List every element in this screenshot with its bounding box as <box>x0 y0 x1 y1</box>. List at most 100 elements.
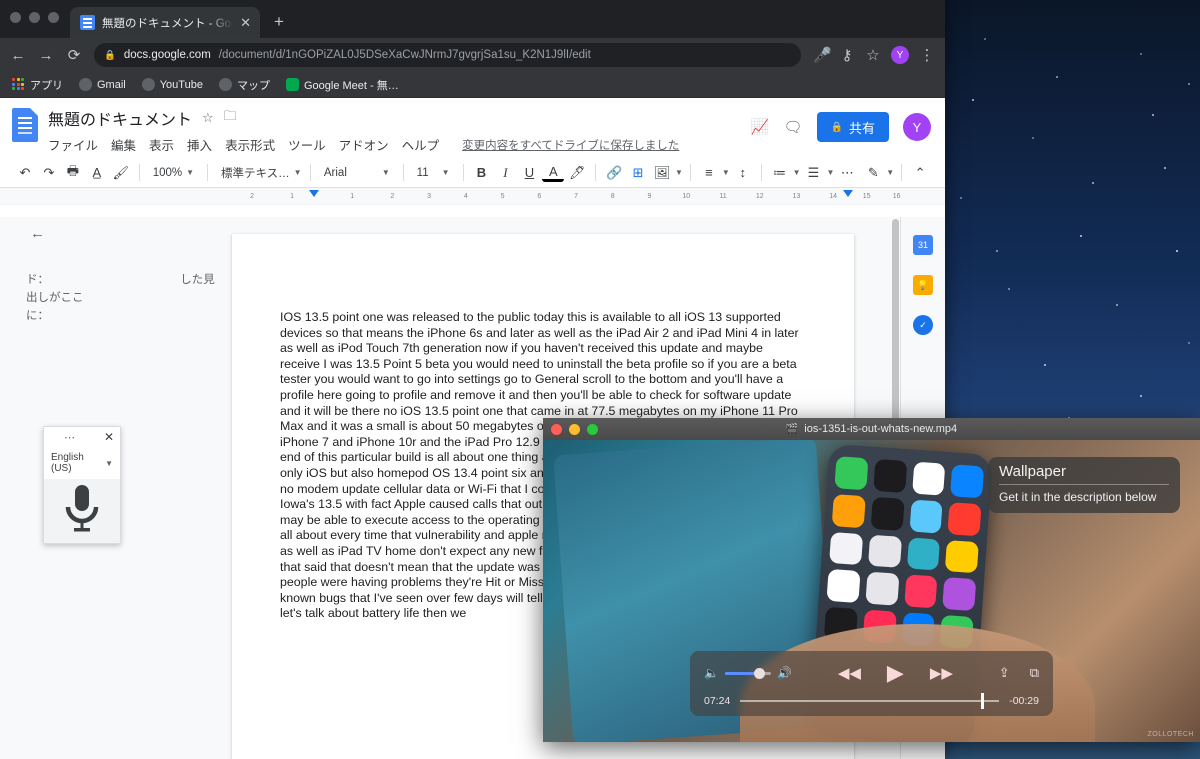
minimize-window-button[interactable] <box>29 12 40 23</box>
video-surface[interactable]: Wallpaper Get it in the description belo… <box>543 440 1200 742</box>
edit-mode-pencil-icon[interactable]: ✎ <box>862 161 884 185</box>
chevron-down-icon[interactable]: ▼ <box>826 168 834 177</box>
bookmark-google-meet[interactable]: Google Meet - 無… <box>286 77 399 93</box>
font-size-selector[interactable]: 11 ▼ <box>411 162 456 184</box>
activity-dashboard-icon[interactable]: 📈 <box>751 118 770 136</box>
zoom-selector[interactable]: 100% ▼ <box>147 162 200 184</box>
rewind-icon[interactable]: ◀◀ <box>838 664 861 682</box>
numbered-list-icon[interactable]: ≔ <box>769 161 791 185</box>
bulleted-list-icon[interactable]: ☰ <box>803 161 825 185</box>
bookmark-youtube[interactable]: YouTube <box>142 78 203 91</box>
save-status-label[interactable]: 変更内容をすべてドライブに保存しました <box>462 137 679 153</box>
volume-knob[interactable] <box>754 668 765 679</box>
volume-low-icon[interactable]: 🔈 <box>704 666 719 680</box>
keep-icon[interactable]: 💡 <box>913 275 933 295</box>
seek-slider[interactable] <box>740 700 999 702</box>
insert-image-icon[interactable]: 🖼 <box>651 161 673 185</box>
more-options-icon[interactable]: ⋯ <box>836 161 858 185</box>
move-to-folder-icon[interactable]: 🗀 <box>224 107 237 129</box>
video-controls-bar[interactable]: 🔈 🔊 ◀◀ ▶ ▶▶ ⇪ ⧉ 07:24 -00:29 <box>690 651 1053 716</box>
menu-edit[interactable]: 編集 <box>111 135 136 154</box>
document-ruler[interactable]: 2 1 1 2 3 4 5 6 7 8 9 10 11 12 13 14 15 … <box>0 188 945 205</box>
bookmark-maps[interactable]: マップ <box>219 77 270 93</box>
menu-file[interactable]: ファイル <box>48 135 98 154</box>
font-selector[interactable]: Arial ▼ <box>318 162 396 184</box>
maximize-player-button[interactable] <box>587 424 598 435</box>
voice-more-icon[interactable]: ⋯ <box>64 431 76 444</box>
chevron-down-icon[interactable]: ▼ <box>793 168 801 177</box>
menu-help[interactable]: ヘルプ <box>402 135 440 154</box>
chevron-down-icon[interactable]: ▼ <box>675 168 683 177</box>
volume-control[interactable]: 🔈 🔊 <box>704 666 792 680</box>
password-key-icon[interactable]: ⚷ <box>839 46 855 64</box>
google-docs-logo-icon[interactable] <box>12 108 38 142</box>
close-tab-icon[interactable]: ✕ <box>240 16 251 29</box>
account-avatar[interactable]: Y <box>903 113 931 141</box>
close-player-button[interactable] <box>551 424 562 435</box>
microphone-icon[interactable]: 🎤 <box>813 46 829 64</box>
bookmark-star-icon[interactable]: ☆ <box>865 46 881 64</box>
seek-knob[interactable] <box>981 693 984 709</box>
close-window-button[interactable] <box>10 12 21 23</box>
volume-slider[interactable] <box>725 672 771 675</box>
italic-button[interactable]: I <box>494 161 516 185</box>
highlight-pen-icon[interactable]: 🖊 <box>566 161 588 185</box>
video-player-window[interactable]: 🎬 ios-1351-is-out-whats-new.mp4 Wallpape… <box>543 418 1200 742</box>
voice-typing-panel[interactable]: ⋯ ✕ English (US) ▼ <box>43 426 121 544</box>
star-icon[interactable]: ☆ <box>202 110 214 126</box>
play-icon[interactable]: ▶ <box>887 660 904 686</box>
close-icon[interactable]: ✕ <box>104 430 114 444</box>
tasks-icon[interactable]: ✓ <box>913 315 933 335</box>
reload-icon[interactable]: ⟳ <box>66 46 82 64</box>
link-icon[interactable]: 🔗 <box>603 161 625 185</box>
document-title[interactable]: 無題のドキュメント <box>48 106 192 130</box>
underline-button[interactable]: U <box>518 161 540 185</box>
forward-icon[interactable]: → <box>38 47 54 64</box>
bold-button[interactable]: B <box>471 161 493 185</box>
ruler-tick: 8 <box>611 193 615 200</box>
chrome-menu-icon[interactable]: ⋮ <box>919 46 935 64</box>
microphone-icon[interactable] <box>60 483 104 544</box>
paragraph-style-selector[interactable]: 標準テキス… ▼ <box>215 162 303 184</box>
text-color-button[interactable]: A <box>542 163 564 182</box>
paint-format-icon[interactable]: 🖌 <box>110 161 132 185</box>
window-traffic-lights[interactable] <box>10 12 59 23</box>
align-icon[interactable]: ≡ <box>698 161 720 185</box>
bookmark-gmail[interactable]: Gmail <box>79 78 126 91</box>
menu-view[interactable]: 表示 <box>149 135 174 154</box>
minimize-player-button[interactable] <box>569 424 580 435</box>
bookmark-apps[interactable]: アプリ <box>12 77 63 93</box>
browser-tab[interactable]: 無題のドキュメント - Google ド… ✕ <box>70 7 260 38</box>
spellcheck-icon[interactable]: A̲ <box>86 161 108 185</box>
new-tab-button[interactable]: + <box>274 12 284 32</box>
picture-in-picture-icon[interactable]: ⧉ <box>1030 665 1039 681</box>
volume-high-icon[interactable]: 🔊 <box>777 666 792 680</box>
line-spacing-icon[interactable]: ↕ <box>732 161 754 185</box>
chevron-down-icon[interactable]: ▼ <box>722 168 730 177</box>
voice-language-selector[interactable]: English (US) ▼ <box>44 447 120 479</box>
ruler-tick: 13 <box>793 193 801 200</box>
maximize-window-button[interactable] <box>48 12 59 23</box>
fast-forward-icon[interactable]: ▶▶ <box>930 664 953 682</box>
calendar-icon[interactable]: 31 <box>913 235 933 255</box>
right-indent-marker[interactable] <box>843 190 853 197</box>
profile-avatar[interactable]: Y <box>891 46 909 64</box>
menu-insert[interactable]: 挿入 <box>187 135 212 154</box>
menu-addons[interactable]: アドオン <box>339 135 389 154</box>
share-icon[interactable]: ⇪ <box>999 665 1010 681</box>
back-icon[interactable]: ← <box>10 47 26 64</box>
undo-icon[interactable]: ↶ <box>14 161 36 185</box>
left-indent-marker[interactable] <box>309 190 319 197</box>
close-outline-icon[interactable]: ← <box>30 225 45 243</box>
menu-format[interactable]: 表示形式 <box>225 135 275 154</box>
print-icon[interactable]: 🖶 <box>62 161 84 185</box>
chevron-down-icon[interactable]: ▼ <box>886 168 894 177</box>
player-traffic-lights[interactable] <box>551 424 598 435</box>
menu-tools[interactable]: ツール <box>288 135 326 154</box>
collapse-toolbar-icon[interactable]: ⌃ <box>909 161 931 185</box>
address-bar[interactable]: 🔒 docs.google.com/document/d/1nGOPiZAL0J… <box>94 43 801 67</box>
share-button[interactable]: 🔒 共有 <box>817 112 889 142</box>
comment-icon[interactable]: 🗨 <box>783 118 802 136</box>
add-comment-icon[interactable]: ⊞ <box>627 161 649 185</box>
redo-icon[interactable]: ↷ <box>38 161 60 185</box>
